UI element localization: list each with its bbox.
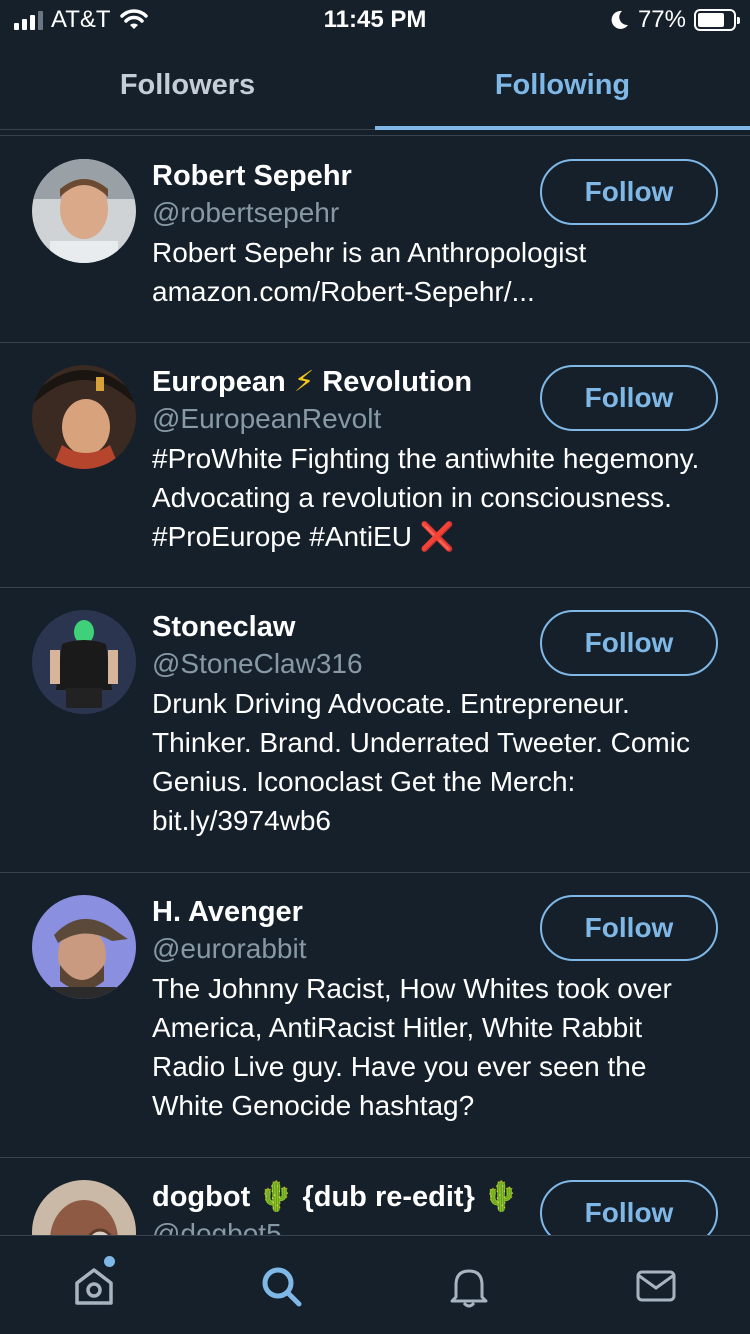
nav-search[interactable] (188, 1236, 376, 1334)
follow-button[interactable]: Follow (540, 610, 718, 676)
avatar[interactable] (32, 1180, 136, 1235)
battery-icon (694, 9, 740, 31)
follow-button[interactable]: Follow (540, 895, 718, 961)
user-name-part: {dub re-edit} (302, 1181, 475, 1213)
avatar[interactable] (32, 365, 136, 469)
follow-button[interactable]: Follow (540, 365, 718, 431)
moon-icon (611, 10, 628, 29)
user-name-part: Revolution (322, 366, 473, 398)
nav-home[interactable] (0, 1236, 188, 1334)
following-list[interactable]: Robert Sepehr @robertsepehr Robert Sepeh… (0, 137, 750, 1235)
user-bio: Drunk Driving Advocate. Entrepreneur. Th… (152, 688, 690, 836)
user-bio: #ProWhite Fighting the antiwhite hegemon… (152, 439, 712, 556)
bell-icon (450, 1269, 488, 1307)
lightning-icon: ⚡ (293, 366, 315, 398)
status-bar: AT&T 11:45 PM 77% (0, 0, 750, 40)
status-right: 77% (608, 6, 740, 34)
search-icon (262, 1267, 302, 1306)
tab-followers-label: Followers (119, 68, 256, 101)
list-item[interactable]: European ⚡ Revolution @EuropeanRevolt #P… (0, 343, 750, 588)
battery-percent: 77% (637, 6, 686, 33)
home-icon (75, 1267, 113, 1305)
list-item[interactable]: H. Avenger @eurorabbit The Johnny Racist… (0, 873, 750, 1158)
user-name-part: European (152, 366, 286, 398)
nav-messages[interactable] (563, 1236, 750, 1334)
list-item[interactable]: Robert Sepehr @robertsepehr Robert Sepeh… (0, 137, 750, 343)
tab-divider (0, 130, 750, 136)
tab-following[interactable]: Following (375, 40, 750, 130)
avatar[interactable] (32, 159, 136, 263)
user-bio: The Johnny Racist, How Whites took over … (152, 973, 672, 1121)
list-item[interactable]: dogbot 🌵 {dub re-edit} 🌵 @dogbot5 Follow (0, 1158, 750, 1235)
nav-notifications[interactable] (375, 1236, 563, 1334)
cactus-icon: 🌵 (482, 1181, 520, 1213)
tab-bar: Followers Following (0, 40, 750, 130)
notification-dot (104, 1256, 115, 1267)
bottom-nav (0, 1235, 750, 1334)
tab-followers[interactable]: Followers (0, 40, 375, 130)
avatar[interactable] (32, 895, 136, 999)
mail-icon (636, 1270, 676, 1301)
user-name-part: dogbot (152, 1181, 251, 1213)
avatar[interactable] (32, 610, 136, 714)
follow-button[interactable]: Follow (540, 159, 718, 225)
user-bio: Robert Sepehr is an Anthropologist amazo… (152, 237, 587, 307)
cactus-icon: 🌵 (258, 1181, 295, 1213)
cross-mark-icon: ❌ (419, 521, 455, 552)
tab-following-label: Following (494, 68, 631, 101)
list-item[interactable]: Stoneclaw @StoneClaw316 Drunk Driving Ad… (0, 588, 750, 873)
follow-button[interactable]: Follow (540, 1180, 718, 1235)
